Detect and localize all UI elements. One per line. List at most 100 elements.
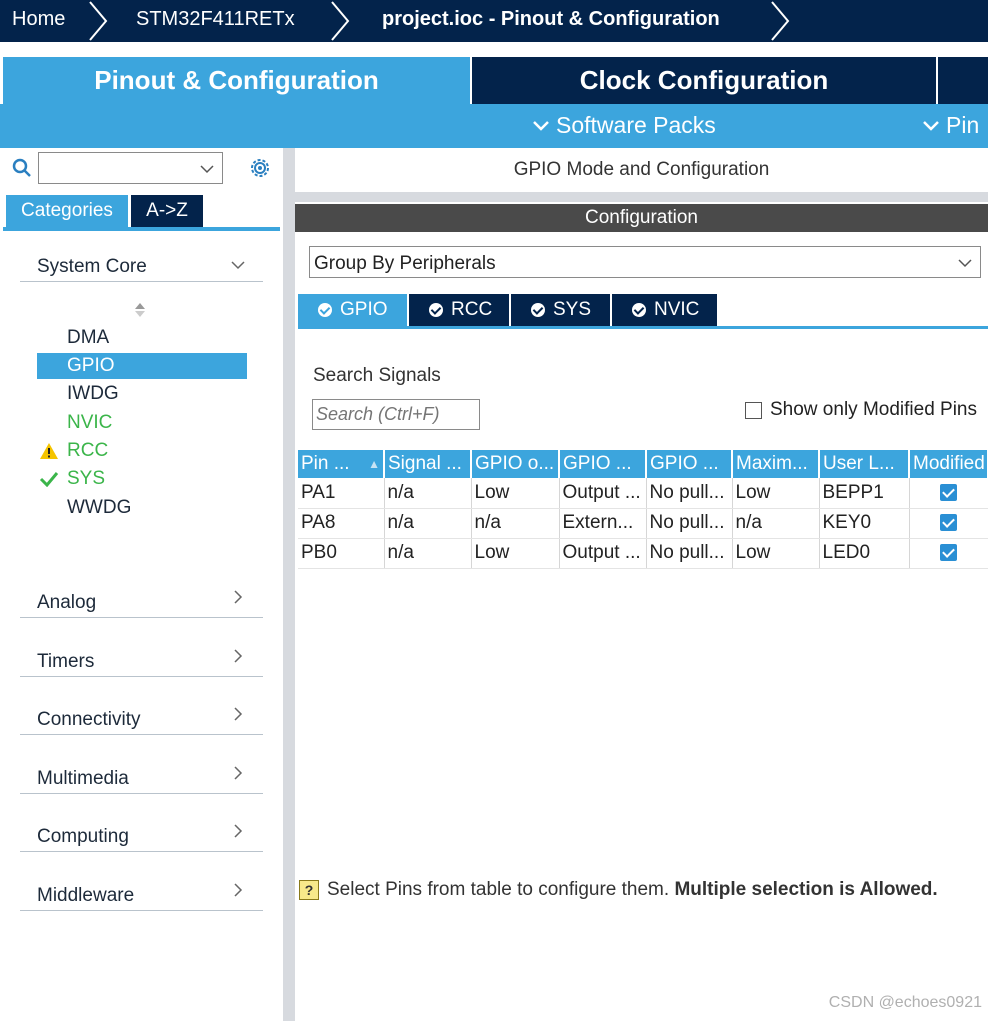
chevron-right-icon — [89, 1, 108, 41]
chevron-down-icon — [923, 120, 939, 131]
sidebar-item-label: NVIC — [67, 412, 113, 433]
sidebar-item-sys[interactable]: SYS — [37, 466, 247, 492]
configuration-header: Configuration — [295, 204, 988, 232]
search-combobox[interactable] — [38, 152, 223, 184]
software-packs-label: Software Packs — [556, 112, 716, 138]
cell-modified[interactable] — [909, 508, 988, 539]
category-analog[interactable]: Analog — [20, 584, 263, 618]
cell-pin: PB0 — [298, 538, 385, 569]
cell-speed: Low — [732, 538, 820, 569]
tab-label: RCC — [451, 299, 493, 320]
tab-label: GPIO — [340, 299, 388, 320]
column-header-gpio-output[interactable]: GPIO o... — [471, 450, 560, 478]
check-circle-icon — [632, 303, 646, 317]
column-header-signal[interactable]: Signal ... — [384, 450, 472, 478]
warning-icon — [40, 443, 58, 459]
column-header-pin[interactable]: Pin ... ▲ — [298, 450, 385, 478]
cell-output: Low — [471, 478, 560, 509]
sort-icon: ▲ — [368, 457, 380, 471]
cell-signal: n/a — [384, 538, 472, 569]
chevron-right-icon — [234, 649, 243, 663]
category-label: Computing — [37, 826, 129, 847]
breadcrumb: Home STM32F411RETx project.ioc - Pinout … — [0, 0, 988, 42]
tab-sys[interactable]: SYS — [511, 294, 610, 326]
cell-signal: n/a — [384, 508, 472, 539]
table-row[interactable]: PA8 n/a n/a Extern... No pull... n/a KEY… — [298, 508, 988, 539]
sidebar-item-gpio[interactable]: GPIO — [37, 353, 247, 379]
chevron-down-icon — [200, 165, 214, 174]
category-multimedia[interactable]: Multimedia — [20, 760, 263, 794]
category-connectivity[interactable]: Connectivity — [20, 701, 263, 735]
table-row[interactable]: PB0 n/a Low Output ... No pull... Low LE… — [298, 538, 988, 569]
column-header-gpio-pull[interactable]: GPIO ... — [646, 450, 733, 478]
breadcrumb-home[interactable]: Home — [12, 8, 65, 31]
search-icon[interactable] — [12, 158, 32, 178]
tab-gpio[interactable]: GPIO — [298, 294, 407, 326]
column-header-max-speed[interactable]: Maxim... — [732, 450, 820, 478]
sub-tab-bar: Software Packs Pin — [0, 104, 988, 148]
tab-rcc[interactable]: RCC — [409, 294, 509, 326]
tab-more[interactable] — [938, 57, 988, 104]
pinout-menu[interactable]: Pin — [922, 112, 979, 139]
tab-categories[interactable]: Categories — [6, 195, 128, 227]
category-label: Analog — [37, 592, 97, 613]
sidebar-item-label: DMA — [67, 327, 110, 348]
tab-underline — [298, 326, 988, 329]
show-modified-label: Show only Modified Pins — [770, 399, 977, 420]
pinout-menu-label: Pin — [946, 112, 980, 138]
sidebar-item-iwdg[interactable]: IWDG — [37, 381, 247, 407]
cell-output: n/a — [471, 508, 560, 539]
cell-mode: Extern... — [559, 508, 647, 539]
chevron-right-icon — [234, 883, 243, 897]
sort-icon[interactable] — [134, 301, 146, 319]
sidebar-item-wwdg[interactable]: WWDG — [37, 495, 247, 521]
category-system-core[interactable]: System Core — [20, 248, 263, 282]
sidebar-item-label: GPIO — [67, 355, 115, 376]
table-header-row: Pin ... ▲ Signal ... GPIO o... GPIO ... G… — [298, 450, 988, 478]
breadcrumb-project[interactable]: project.ioc - Pinout & Configuration — [382, 8, 720, 31]
check-circle-icon — [318, 303, 332, 317]
modified-checkbox[interactable] — [940, 484, 957, 502]
tab-label: NVIC — [654, 299, 700, 320]
hint-text: Select Pins from table to configure them… — [327, 879, 675, 900]
category-middleware[interactable]: Middleware — [20, 877, 263, 911]
gear-icon[interactable] — [248, 156, 272, 180]
software-packs-menu[interactable]: Software Packs — [532, 112, 716, 139]
breadcrumb-device[interactable]: STM32F411RETx — [136, 8, 295, 31]
show-modified-checkbox[interactable]: Show only Modified Pins — [745, 399, 977, 421]
category-timers[interactable]: Timers — [20, 643, 263, 677]
sidebar-item-dma[interactable]: DMA — [37, 325, 247, 351]
sidebar-item-label: WWDG — [67, 497, 132, 518]
tab-nvic[interactable]: NVIC — [612, 294, 717, 326]
column-header-user-label[interactable]: User L... — [819, 450, 910, 478]
group-by-select[interactable]: Group By Peripherals — [309, 246, 981, 278]
tab-label: SYS — [553, 299, 592, 320]
tab-clock-configuration[interactable]: Clock Configuration — [472, 57, 936, 104]
search-signals-input[interactable] — [312, 399, 480, 430]
cell-user-label: BEPP1 — [819, 478, 910, 509]
cell-pull: No pull... — [646, 478, 733, 509]
category-label: Connectivity — [37, 709, 141, 730]
divider — [295, 192, 988, 202]
hint-bold-text: Multiple selection is Allowed. — [674, 879, 938, 900]
modified-checkbox[interactable] — [940, 514, 957, 532]
check-circle-icon — [429, 303, 443, 317]
chevron-right-icon — [771, 1, 790, 41]
category-label: System Core — [37, 256, 147, 277]
category-computing[interactable]: Computing — [20, 818, 263, 852]
main-tab-bar: Pinout & Configuration Clock Configurati… — [0, 42, 988, 104]
cell-modified[interactable] — [909, 538, 988, 569]
tab-a-to-z[interactable]: A->Z — [131, 195, 203, 227]
selection-hint: ? Select Pins from table to configure th… — [299, 879, 938, 901]
pane-splitter[interactable] — [283, 148, 295, 1021]
table-row[interactable]: PA1 n/a Low Output ... No pull... Low BE… — [298, 478, 988, 509]
sidebar-item-nvic[interactable]: NVIC — [37, 410, 247, 436]
column-header-gpio-mode[interactable]: GPIO ... — [559, 450, 647, 478]
gpio-configuration-panel: GPIO Mode and Configuration Configuratio… — [295, 148, 988, 1021]
sidebar-item-rcc[interactable]: RCC — [37, 438, 247, 464]
column-header-modified[interactable]: Modified — [909, 450, 988, 478]
modified-checkbox[interactable] — [940, 544, 957, 562]
tab-pinout-configuration[interactable]: Pinout & Configuration — [3, 57, 470, 104]
chevron-right-icon — [234, 590, 243, 604]
cell-modified[interactable] — [909, 478, 988, 509]
